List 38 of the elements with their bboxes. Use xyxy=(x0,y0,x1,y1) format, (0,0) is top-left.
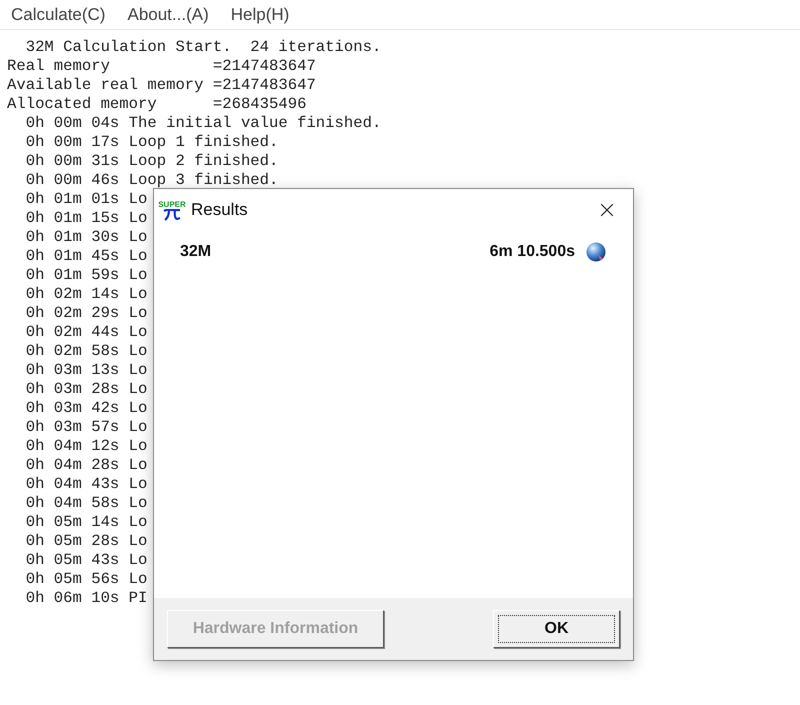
log-line: 0h 00m 46s Loop 3 finished. xyxy=(24,171,278,190)
log-line: 0h 01m 45s Lo xyxy=(24,247,148,266)
log-line: 0h 04m 43s Lo xyxy=(24,475,148,494)
log-line: 0h 05m 14s Lo xyxy=(24,513,148,532)
log-line: 0h 04m 12s Lo xyxy=(24,437,148,456)
result-time: 6m 10.500s xyxy=(490,242,575,262)
log-line: 0h 01m 15s Lo xyxy=(24,209,148,228)
log-line: 0h 00m 17s Loop 1 finished. xyxy=(24,133,278,152)
log-line: 0h 05m 28s Lo xyxy=(24,532,148,551)
log-line: 32M Calculation Start. 24 iterations. xyxy=(24,38,382,57)
log-line: 0h 06m 10s PI xyxy=(24,589,148,608)
log-line: 0h 00m 31s Loop 2 finished. xyxy=(24,152,278,171)
log-line: 0h 00m 04s The initial value finished. xyxy=(24,114,382,133)
log-line: 0h 02m 14s Lo xyxy=(24,285,148,304)
result-label: 32M xyxy=(180,242,212,262)
log-line: Allocated memory =268435496 xyxy=(7,95,306,114)
dialog-title: Results xyxy=(191,199,248,222)
log-line: 0h 01m 59s Lo xyxy=(24,266,148,285)
log-line: 0h 02m 44s Lo xyxy=(24,323,148,342)
ok-button[interactable]: OK xyxy=(493,610,620,648)
log-line: 0h 01m 01s Lo xyxy=(24,190,148,209)
log-line: 0h 03m 57s Lo xyxy=(24,418,148,437)
log-line: 0h 02m 29s Lo xyxy=(24,304,148,323)
log-line: 0h 04m 58s Lo xyxy=(24,494,148,513)
menu-item[interactable]: About...(A) xyxy=(127,2,209,28)
log-line: 0h 03m 42s Lo xyxy=(24,399,148,418)
menu-item[interactable]: Calculate(C) xyxy=(11,2,106,28)
menu-item[interactable]: Help(H) xyxy=(230,2,290,28)
log-line: 0h 05m 43s Lo xyxy=(24,551,148,570)
log-line: Available real memory =2147483647 xyxy=(7,76,316,95)
log-line: Real memory =2147483647 xyxy=(7,57,316,76)
globe-icon xyxy=(585,241,607,263)
log-line: 0h 03m 13s Lo xyxy=(24,361,148,380)
log-line: 0h 05m 56s Lo xyxy=(24,570,148,589)
log-line: 0h 04m 28s Lo xyxy=(24,456,148,475)
log-line: 0h 01m 30s Lo xyxy=(24,228,148,247)
log-line: 0h 02m 58s Lo xyxy=(24,342,148,361)
log-line: 0h 03m 28s Lo xyxy=(24,380,148,399)
